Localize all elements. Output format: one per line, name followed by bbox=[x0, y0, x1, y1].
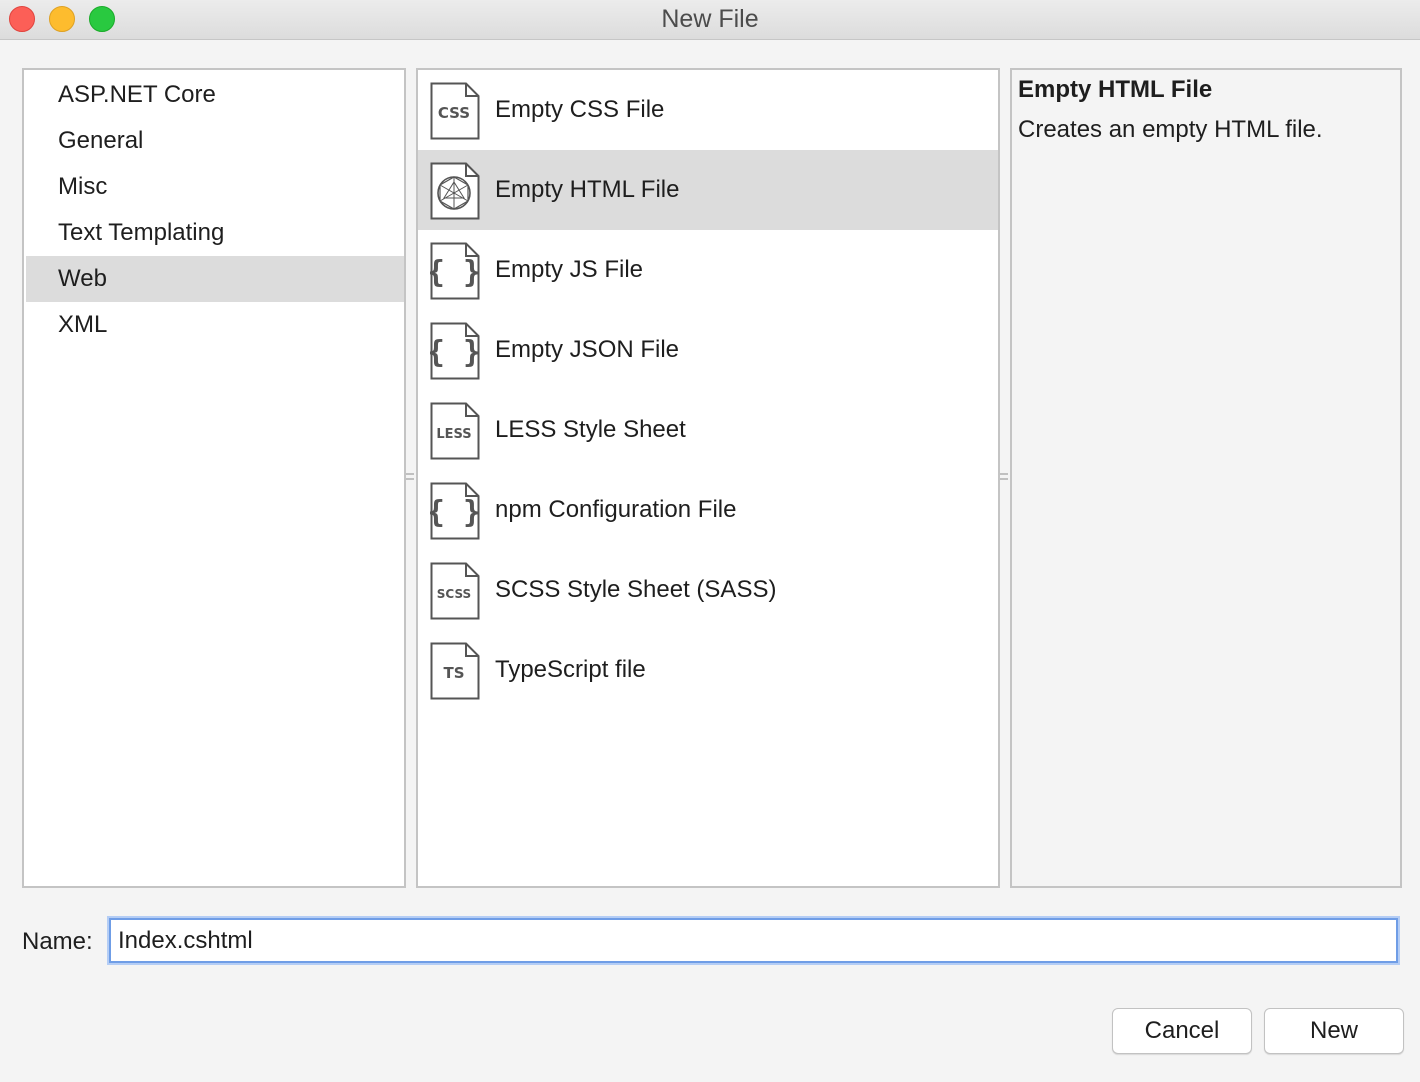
template-item-scss-style-sheet[interactable]: SCSS SCSS Style Sheet (SASS) bbox=[418, 550, 998, 630]
svg-text:CSS: CSS bbox=[438, 104, 470, 122]
description-text: Creates an empty HTML file. bbox=[1018, 116, 1323, 143]
template-item-npm-configuration-file[interactable]: { } npm Configuration File bbox=[418, 470, 998, 550]
ts-file-icon: TS bbox=[430, 642, 480, 700]
left-splitter-handle[interactable] bbox=[405, 470, 415, 488]
css-file-icon: CSS bbox=[430, 82, 480, 140]
npm-braces-file-icon: { } bbox=[430, 482, 480, 540]
template-item-empty-js-file[interactable]: { } Empty JS File bbox=[418, 230, 998, 310]
description-title: Empty HTML File bbox=[1018, 76, 1213, 103]
scss-file-icon: SCSS bbox=[430, 562, 480, 620]
category-item-web[interactable]: Web bbox=[26, 256, 404, 302]
template-item-less-style-sheet[interactable]: LESS LESS Style Sheet bbox=[418, 390, 998, 470]
category-list[interactable]: ASP.NET Core General Misc Text Templatin… bbox=[22, 68, 406, 888]
title-bar: New File bbox=[0, 0, 1420, 40]
template-item-typescript-file[interactable]: TS TypeScript file bbox=[418, 630, 998, 710]
window-title: New File bbox=[661, 5, 759, 33]
template-label: Empty JS File bbox=[495, 256, 644, 283]
svg-text:{ }: { } bbox=[430, 495, 480, 530]
template-label: Empty JSON File bbox=[495, 336, 680, 363]
template-label: TypeScript file bbox=[495, 656, 646, 683]
cancel-button[interactable]: Cancel bbox=[1112, 1008, 1252, 1054]
template-item-empty-json-file[interactable]: { } Empty JSON File bbox=[418, 310, 998, 390]
svg-text:SCSS: SCSS bbox=[437, 587, 471, 601]
svg-text:{ }: { } bbox=[430, 335, 480, 370]
template-list[interactable]: CSS Empty CSS File Empty HTML File {} E… bbox=[416, 68, 1000, 888]
template-item-empty-html-file[interactable]: Empty HTML File bbox=[418, 150, 998, 230]
svg-text:LESS: LESS bbox=[436, 427, 471, 442]
template-label: LESS Style Sheet bbox=[495, 416, 686, 443]
template-label: Empty CSS File bbox=[495, 96, 665, 123]
description-panel: Empty HTML File Creates an empty HTML fi… bbox=[1010, 68, 1402, 888]
template-label: npm Configuration File bbox=[495, 496, 737, 523]
template-label: SCSS Style Sheet (SASS) bbox=[495, 576, 777, 603]
json-braces-file-icon: { } bbox=[430, 322, 480, 380]
svg-text:{ }: { } bbox=[430, 255, 480, 290]
template-item-empty-css-file[interactable]: CSS Empty CSS File bbox=[418, 70, 998, 150]
right-splitter-handle[interactable] bbox=[999, 470, 1009, 488]
category-item-general[interactable]: General bbox=[26, 118, 404, 164]
name-input[interactable] bbox=[109, 918, 1398, 963]
category-item-misc[interactable]: Misc bbox=[26, 164, 404, 210]
template-label: Empty HTML File bbox=[495, 176, 680, 203]
svg-text:TS: TS bbox=[443, 664, 464, 682]
js-braces-file-icon: { } bbox=[430, 242, 480, 300]
name-label: Name: bbox=[22, 928, 93, 955]
category-item-text-templating[interactable]: Text Templating bbox=[26, 210, 404, 256]
less-file-icon: LESS bbox=[430, 402, 480, 460]
category-item-xml[interactable]: XML bbox=[26, 302, 404, 348]
new-button[interactable]: New bbox=[1264, 1008, 1404, 1054]
html-file-icon bbox=[430, 162, 480, 220]
category-item-asp-net-core[interactable]: ASP.NET Core bbox=[26, 72, 404, 118]
